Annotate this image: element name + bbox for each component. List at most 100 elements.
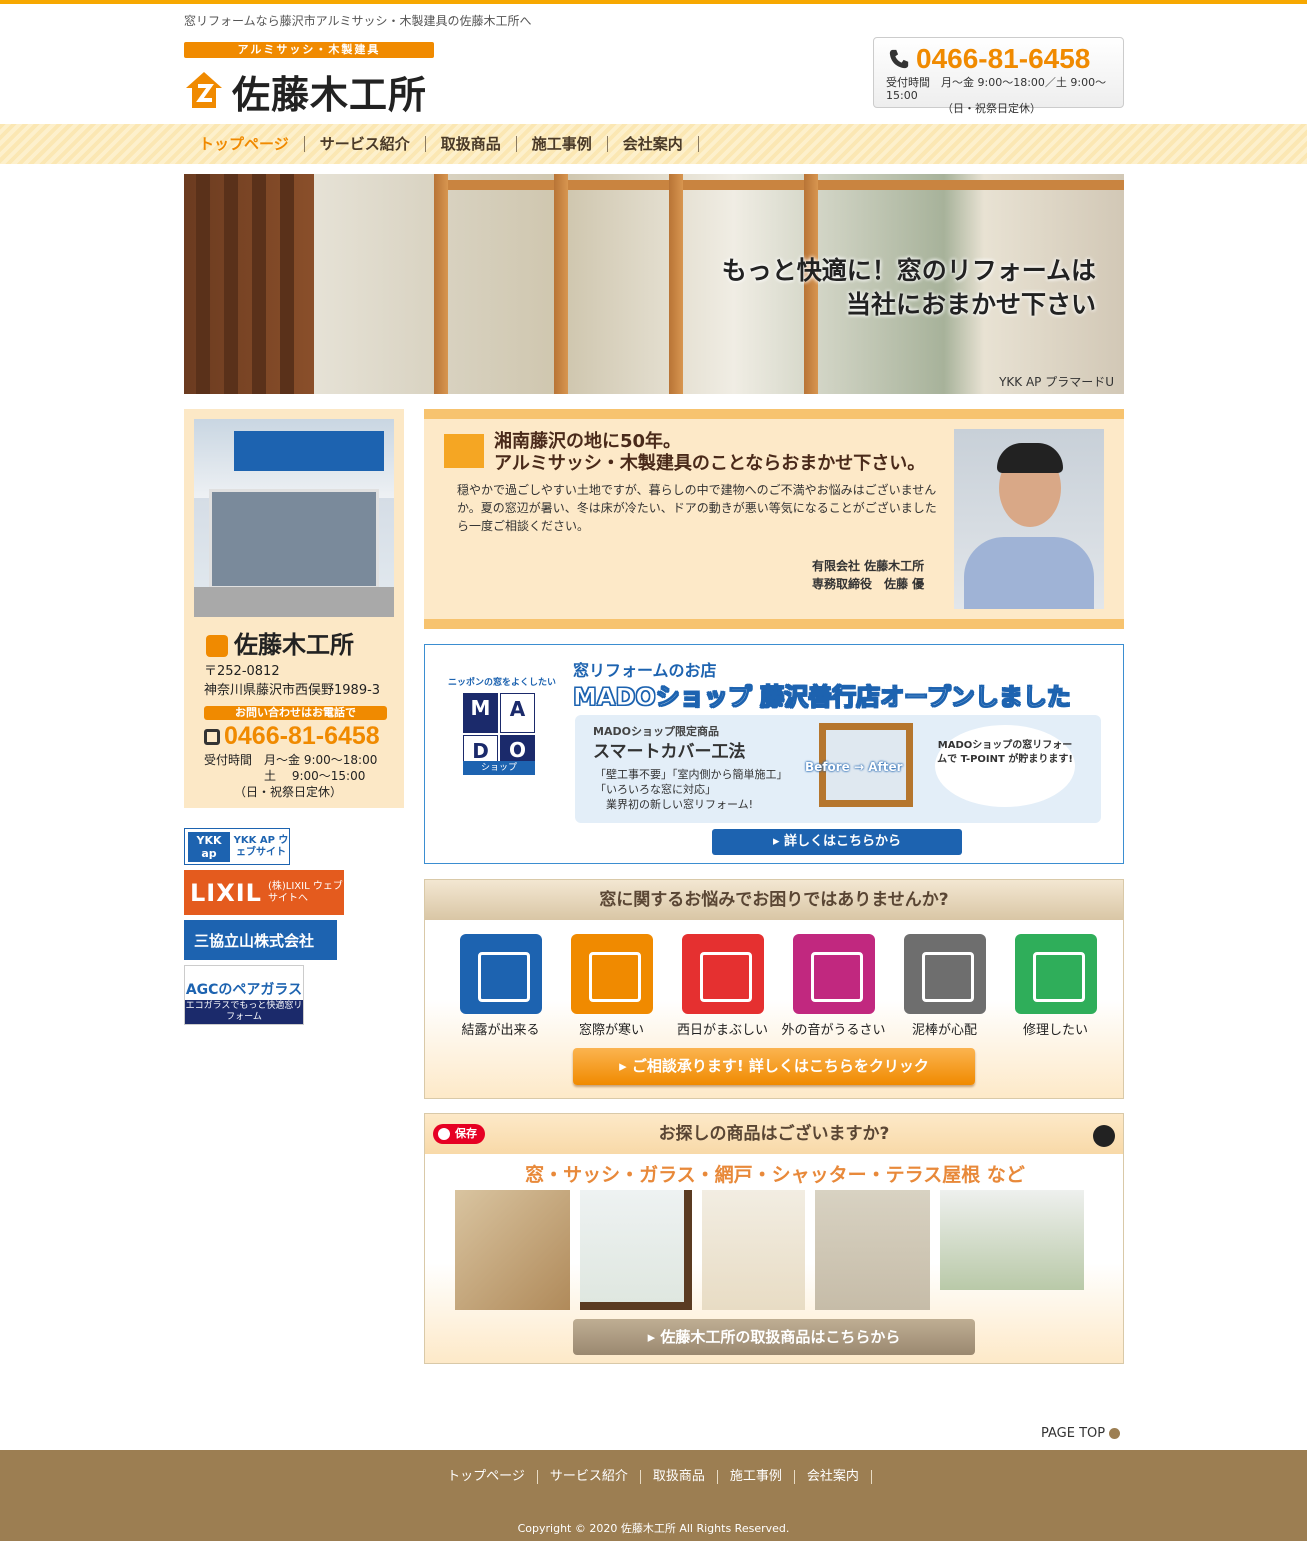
copyright: Copyright © 2020 佐藤木工所 All Rights Reserv…	[517, 1522, 790, 1535]
header-hours: 受付時間 月～金 9:00～18:00／土 9:00～15:00	[886, 76, 1107, 102]
worry-label: 外の音がうるさい	[781, 1023, 886, 1038]
mado-shop-label: ショップ	[463, 761, 535, 775]
nav-company[interactable]: 会社案内	[608, 136, 699, 152]
greeting-title: 湘南藤沢の地に50年。 アルミサッシ・木製建具のことならおまかせ下さい。	[494, 431, 925, 475]
company-mark-icon	[206, 635, 228, 657]
footer-nav-company[interactable]: 会社案内	[795, 1470, 872, 1484]
address-line: 神奈川県藤沢市西俣野1989-3	[204, 683, 381, 698]
worry-icon	[1014, 934, 1097, 1014]
header-phone-box[interactable]: 0466-81-6458 受付時間 月～金 9:00～18:00／土 9:00～…	[873, 37, 1124, 115]
worry-icon	[570, 934, 653, 1014]
worry-label: 西日がまぶしい	[676, 1023, 768, 1038]
page-top-label: PAGE TOP	[1041, 1426, 1106, 1441]
hero-catchcopy: もっと快適に！窓のリフォームは当社におまかせ下さい	[722, 254, 1096, 322]
worry-item[interactable]: 結露が出来る	[445, 934, 556, 1038]
worry-icon	[459, 934, 542, 1014]
worry-icon	[903, 934, 986, 1014]
worry-label: 結露が出来る	[461, 1023, 540, 1038]
mado-product-name: スマートカバー工法	[593, 742, 746, 762]
products-section: お探しの商品はございますか? 保存 窓・サッシ・ガラス・網戸・シャッター・テラス…	[424, 1113, 1124, 1364]
greeting-section: 湘南藤沢の地に50年。 アルミサッシ・木製建具のことならおまかせ下さい。 穏やかで…	[424, 409, 1124, 629]
worry-item[interactable]: 窓際が寒い	[556, 934, 667, 1038]
header-phone-number[interactable]: 0466-81-6458	[882, 42, 1115, 76]
page-top-link[interactable]: PAGE TOP	[1041, 1426, 1121, 1441]
sidebar-hours: 受付時間 月～金 9:00～18:00 土 9:00～15:00 （日・祝祭日定…	[204, 753, 378, 799]
sidebar-company-info: 佐藤木工所 〒252-0812 神奈川県藤沢市西俣野1989-3 お問い合わせはお…	[184, 409, 404, 808]
signature-company: 有限会社 佐藤木工所	[812, 559, 925, 573]
worry-label: 修理したい	[1022, 1023, 1088, 1038]
mado-features: 「壁工事不要」「室内側から簡単施工」 「いろいろな窓に対応」 業界初の新しい窓リ…	[595, 768, 788, 811]
hero-catch-line2: 当社におまかせ下さい	[845, 290, 1096, 319]
logo-band: アルミサッシ・木製建具	[184, 42, 434, 58]
mado-title-big: MADOショップ 藤沢善行店オープンしました	[573, 683, 1072, 712]
worry-label: 窓際が寒い	[578, 1023, 644, 1038]
worry-item[interactable]: 修理したい	[1000, 934, 1111, 1038]
footer: トップページ サービス紹介 取扱商品 施工事例 会社案内 Copyright ©…	[0, 1450, 1307, 1541]
sidebar-phone[interactable]: 0466-81-6458	[204, 722, 380, 751]
lixil-text: (株)LIXIL ウェブサイトへ	[267, 880, 343, 904]
product-photo-terrace	[940, 1190, 1084, 1290]
greeting-title-line2: アルミサッシ・木製建具のことならおまかせ下さい。	[494, 453, 926, 474]
nav-services[interactable]: サービス紹介	[305, 136, 426, 152]
product-photo-window	[455, 1190, 570, 1310]
visual-search-icon[interactable]	[1093, 1125, 1115, 1147]
sankyo-tateyama-banner[interactable]: 三協立山株式会社	[184, 920, 337, 960]
contact-pill: お問い合わせはお電話で	[204, 706, 387, 720]
header-holiday: （日・祝祭日定休）	[942, 102, 1041, 115]
worries-list: 結露が出来る 窓際が寒い 西日がまぶしい 外の音がうるさい 泥棒が心配 修理したい	[445, 934, 1111, 1038]
lixil-banner[interactable]: LIXIL (株)LIXIL ウェブサイトへ	[184, 870, 344, 915]
sidebar-address: 〒252-0812 神奈川県藤沢市西俣野1989-3	[204, 662, 380, 700]
arrow-up-icon	[1109, 1428, 1121, 1439]
global-nav: トップページ サービス紹介 取扱商品 施工事例 会社案内	[0, 124, 1307, 164]
consult-button[interactable]: ▸ ご相談承ります! 詳しくはこちらをクリック	[573, 1048, 975, 1085]
pinterest-save-button[interactable]: 保存	[433, 1124, 485, 1144]
ykk-ap-banner[interactable]: YKK ap YKK AP ウェブサイト	[184, 828, 290, 865]
shop-photo	[194, 419, 394, 617]
lixil-logo: LIXIL	[190, 878, 262, 907]
worry-item[interactable]: 西日がまぶしい	[667, 934, 778, 1038]
logo-name: 佐藤木工所	[232, 73, 428, 117]
mado-product-panel: MADOショップ限定商品 スマートカバー工法 「壁工事不要」「室内側から簡単施工…	[575, 715, 1101, 823]
sidebar-phone-number[interactable]: 0466-81-6458	[224, 722, 380, 750]
products-heading: お探しの商品はございますか?	[425, 1114, 1123, 1154]
hero-caption: YKK AP プラマードU	[999, 375, 1114, 389]
logo-mark-icon	[186, 72, 222, 108]
mado-logo-a: A	[500, 693, 535, 733]
director-photo	[954, 429, 1104, 609]
products-button[interactable]: ▸ 佐藤木工所の取扱商品はこちらから	[573, 1319, 975, 1355]
worry-label: 泥棒が心配	[911, 1023, 977, 1038]
mado-shop-banner[interactable]: ニッポンの窓をよくしたい M A D O ショップ 窓リフォームのお店 MADO…	[424, 644, 1124, 864]
t-point-bubble: MADOショップの窓リフォームで T-POINT が貯まります!	[935, 725, 1075, 807]
greeting-signature: 有限会社 佐藤木工所 専務取締役 佐藤 優	[812, 557, 924, 593]
site-logo[interactable]: アルミサッシ・木製建具 佐藤木工所	[184, 42, 434, 117]
product-photo-inner-sash	[702, 1190, 805, 1310]
mado-logo-m: M	[463, 693, 498, 733]
nav-products[interactable]: 取扱商品	[426, 136, 517, 152]
agc-pair-glass-banner[interactable]: AGCのペアガラス エコガラスでもっと快適窓リフォーム	[184, 965, 304, 1025]
before-after-label: Before → After	[805, 760, 903, 774]
building-icon	[444, 434, 484, 468]
signature-person: 専務取締役 佐藤 優	[812, 577, 925, 591]
worry-icon	[792, 934, 875, 1014]
worries-heading: 窓に関するお悩みでお困りではありませんか?	[425, 880, 1123, 920]
agc-sub: エコガラスでもっと快適窓リフォーム	[185, 1000, 303, 1024]
worry-icon	[681, 934, 764, 1014]
sidebar-company-name: 佐藤木工所	[206, 625, 354, 660]
phone-icon	[889, 49, 909, 69]
worry-item[interactable]: 泥棒が心配	[889, 934, 1000, 1038]
mado-slogan: ニッポンの窓をよくしたい	[448, 678, 557, 688]
nav-cases[interactable]: 施工事例	[517, 136, 608, 152]
sidebar-company-label: 佐藤木工所	[234, 631, 354, 659]
footer-nav-cases[interactable]: 施工事例	[718, 1470, 795, 1484]
product-photo-shutter	[815, 1190, 930, 1310]
worry-item[interactable]: 外の音がうるさい	[778, 934, 889, 1038]
footer-nav-services[interactable]: サービス紹介	[538, 1470, 641, 1484]
postal-code: 〒252-0812	[204, 664, 280, 679]
ykk-logo: YKK ap	[188, 831, 230, 862]
hero-catch-line1: もっと快適に！窓のリフォームは	[721, 256, 1096, 285]
nav-top[interactable]: トップページ	[184, 136, 305, 152]
footer-nav-products[interactable]: 取扱商品	[641, 1470, 718, 1484]
ykk-text: YKK AP ウェブサイト	[233, 834, 289, 858]
mado-details-button[interactable]: ▸ 詳しくはこちらから	[712, 829, 962, 855]
footer-nav-top[interactable]: トップページ	[435, 1470, 538, 1484]
